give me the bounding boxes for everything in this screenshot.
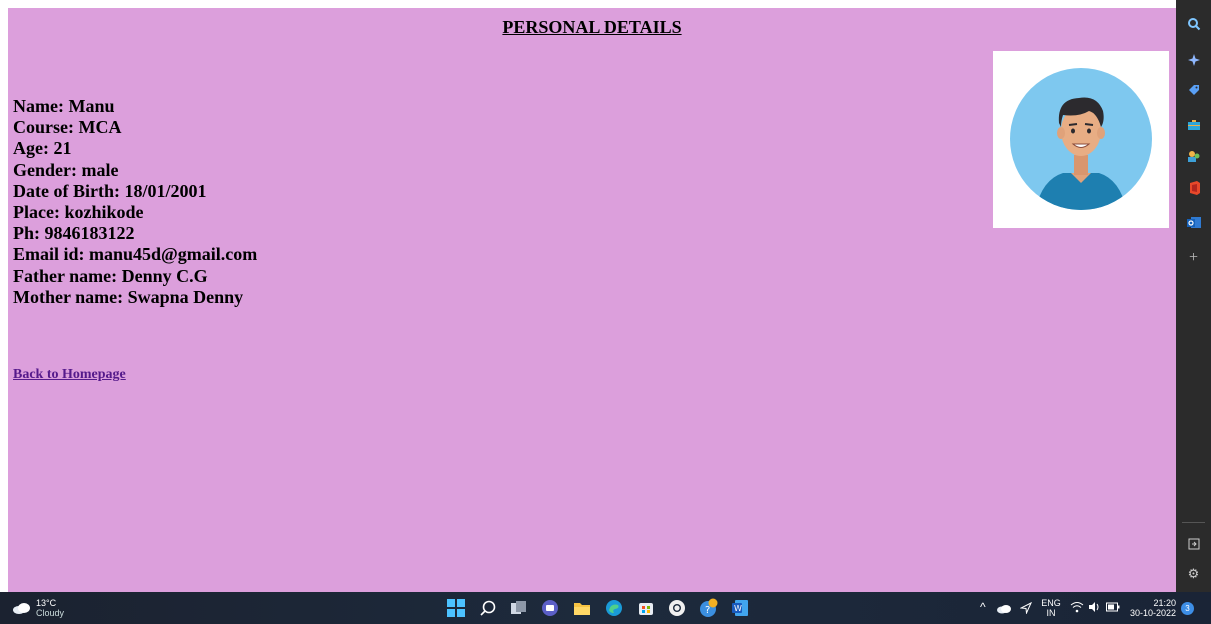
battery-icon	[1106, 602, 1120, 612]
detail-place: Place: kozhikode	[13, 202, 144, 223]
settings-icon[interactable]: ⚙	[1176, 562, 1211, 586]
windows-taskbar: 13°C Cloudy ? W ^ ENG IN 21:20 30-10-202…	[0, 592, 1211, 624]
store-icon[interactable]	[635, 597, 657, 619]
file-explorer-icon[interactable]	[571, 597, 593, 619]
outlook-icon[interactable]	[1176, 210, 1211, 234]
app-icon[interactable]: ?	[698, 597, 720, 619]
word-icon[interactable]: W	[729, 597, 751, 619]
region-code: IN	[1046, 608, 1056, 618]
page-title: PERSONAL DETAILS	[502, 17, 682, 37]
clock-time: 21:20	[1153, 598, 1176, 608]
weather-widget[interactable]: 13°C Cloudy	[12, 598, 92, 620]
location-icon[interactable]	[1020, 602, 1032, 614]
profile-photo	[993, 51, 1169, 228]
chrome-icon[interactable]	[666, 597, 688, 619]
detail-course: Course: MCA	[13, 117, 122, 138]
clock-date: 30-10-2022	[1129, 608, 1176, 618]
task-view-icon[interactable]	[508, 597, 530, 619]
detail-dob: Date of Birth: 18/01/2001	[13, 180, 207, 201]
shopping-tag-icon[interactable]	[1176, 78, 1211, 102]
office-icon[interactable]	[1176, 176, 1211, 200]
weather-condition: Cloudy	[36, 608, 65, 618]
avatar-illustration	[1010, 68, 1152, 210]
detail-name: Name: Manu	[13, 96, 115, 116]
browser-edge-sidebar: + ⚙	[1176, 0, 1211, 592]
chevron-up-icon[interactable]: ^	[980, 600, 986, 614]
cloud-icon	[13, 603, 30, 614]
sidebar-divider	[1182, 522, 1205, 523]
details-list: Name: Manu Course: MCA Age: 21 Gender: m…	[13, 96, 257, 308]
people-icon[interactable]	[1176, 144, 1211, 168]
detail-gender: Gender: male	[13, 159, 119, 180]
browser-page: PERSONAL DETAILS Name: Manu Course: MCA …	[8, 8, 1176, 592]
detail-phone: Ph: 9846183122	[13, 223, 135, 244]
edge-icon[interactable]	[603, 597, 625, 619]
detail-age: Age: 21	[13, 138, 72, 159]
language-indicator[interactable]: ENG IN	[1040, 598, 1062, 618]
add-icon[interactable]: +	[1176, 246, 1211, 270]
language-code: ENG	[1041, 598, 1061, 608]
search-icon[interactable]	[1176, 12, 1211, 36]
clock[interactable]: 21:20 30-10-2022	[1126, 598, 1176, 618]
notification-badge[interactable]: 3	[1181, 602, 1194, 615]
briefcase-icon[interactable]	[1176, 113, 1211, 137]
teams-chat-icon[interactable]	[539, 597, 561, 619]
svg-text:W: W	[734, 604, 742, 613]
system-tray: ^ ENG IN 21:20 30-10-2022 3	[980, 592, 1211, 624]
quick-settings[interactable]	[1070, 601, 1120, 615]
windows-start-icon[interactable]	[445, 597, 467, 619]
copilot-sparkle-icon[interactable]	[1176, 48, 1211, 72]
wifi-icon	[1070, 602, 1084, 613]
weather-temp: 13°C	[36, 598, 57, 608]
detail-email: Email id: manu45d@gmail.com	[13, 244, 258, 265]
back-to-homepage-link[interactable]: Back to Homepage	[13, 367, 126, 383]
onedrive-cloud-icon[interactable]	[996, 604, 1012, 614]
detail-father: Father name: Denny C.G	[13, 265, 208, 286]
svg-text:?: ?	[705, 605, 710, 616]
volume-icon	[1089, 602, 1099, 612]
split-screen-icon[interactable]	[1176, 532, 1211, 556]
search-icon[interactable]	[477, 597, 499, 619]
detail-mother: Mother name: Swapna Denny	[13, 286, 244, 307]
